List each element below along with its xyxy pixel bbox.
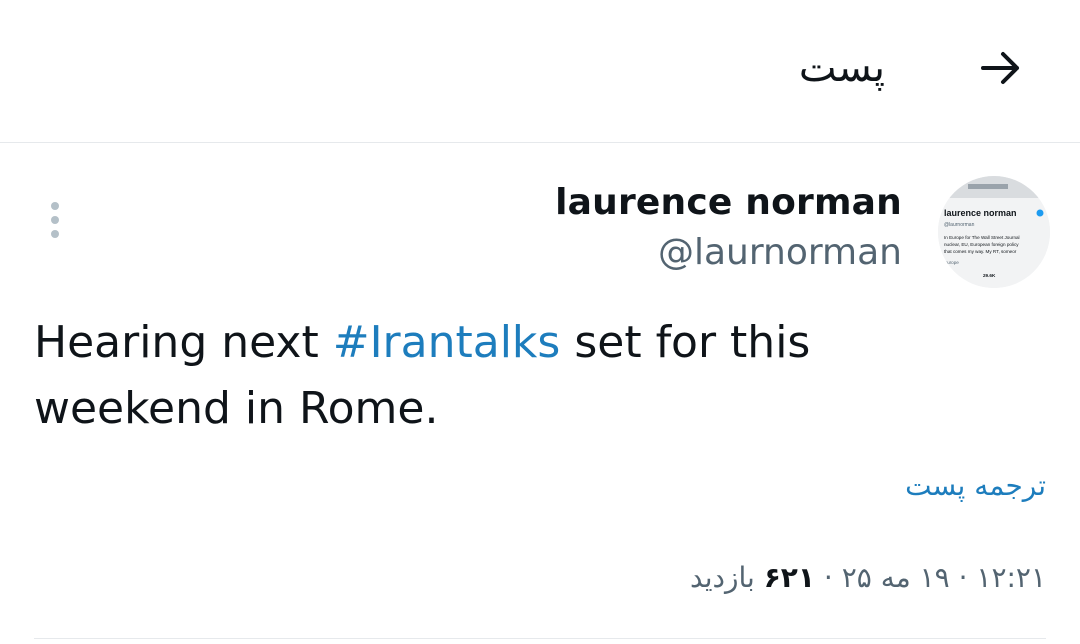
more-dot-icon — [51, 230, 59, 238]
views-count: ۶۲۱ — [763, 561, 815, 594]
header-divider — [0, 142, 1080, 143]
back-button[interactable] — [970, 40, 1032, 96]
header: پست — [0, 0, 1080, 142]
more-dot-icon — [51, 216, 59, 224]
hashtag-link[interactable]: #Irantalks — [333, 317, 561, 368]
svg-text:In Europe for The Wall Street: In Europe for The Wall Street Journal nu… — [944, 235, 1021, 254]
author-username[interactable]: @laurnorman — [402, 230, 902, 276]
translate-post-link[interactable]: ترجمه پست — [646, 466, 1046, 506]
meta-separator: · — [823, 561, 833, 594]
avatar-handle: @laurnorman — [944, 222, 975, 228]
tweet-date[interactable]: ۱۹ مه ۲۵ — [842, 561, 950, 594]
post-page: پست laurence norman @laurnorman In Europ… — [0, 0, 1080, 644]
more-options-button[interactable] — [40, 198, 70, 242]
avatar[interactable]: laurence norman @laurnorman In Europe fo… — [938, 176, 1050, 288]
page-title: پست — [798, 45, 885, 91]
more-dot-icon — [51, 202, 59, 210]
avatar-meta: Europe — [944, 260, 959, 265]
tweet-meta: ۱۲:۲۱ · ۱۹ مه ۲۵ · ۶۲۱ بازدید — [346, 556, 1046, 600]
avatar-stats: 29.6K — [983, 273, 996, 278]
tweet-text: Hearing next #Irantalks set for this wee… — [34, 310, 994, 442]
avatar-image: laurence norman @laurnorman In Europe fo… — [938, 176, 1050, 288]
meta-separator: · — [958, 561, 968, 594]
arrow-right-icon — [981, 52, 1019, 84]
tweet-time[interactable]: ۱۲:۲۱ — [976, 561, 1046, 594]
views-label: بازدید — [690, 561, 755, 594]
tweet-text-part: Hearing next — [34, 317, 333, 368]
avatar-name: laurence norman — [944, 208, 1017, 218]
author-display-name[interactable]: laurence norman — [402, 180, 902, 226]
bottom-divider — [34, 638, 1046, 639]
